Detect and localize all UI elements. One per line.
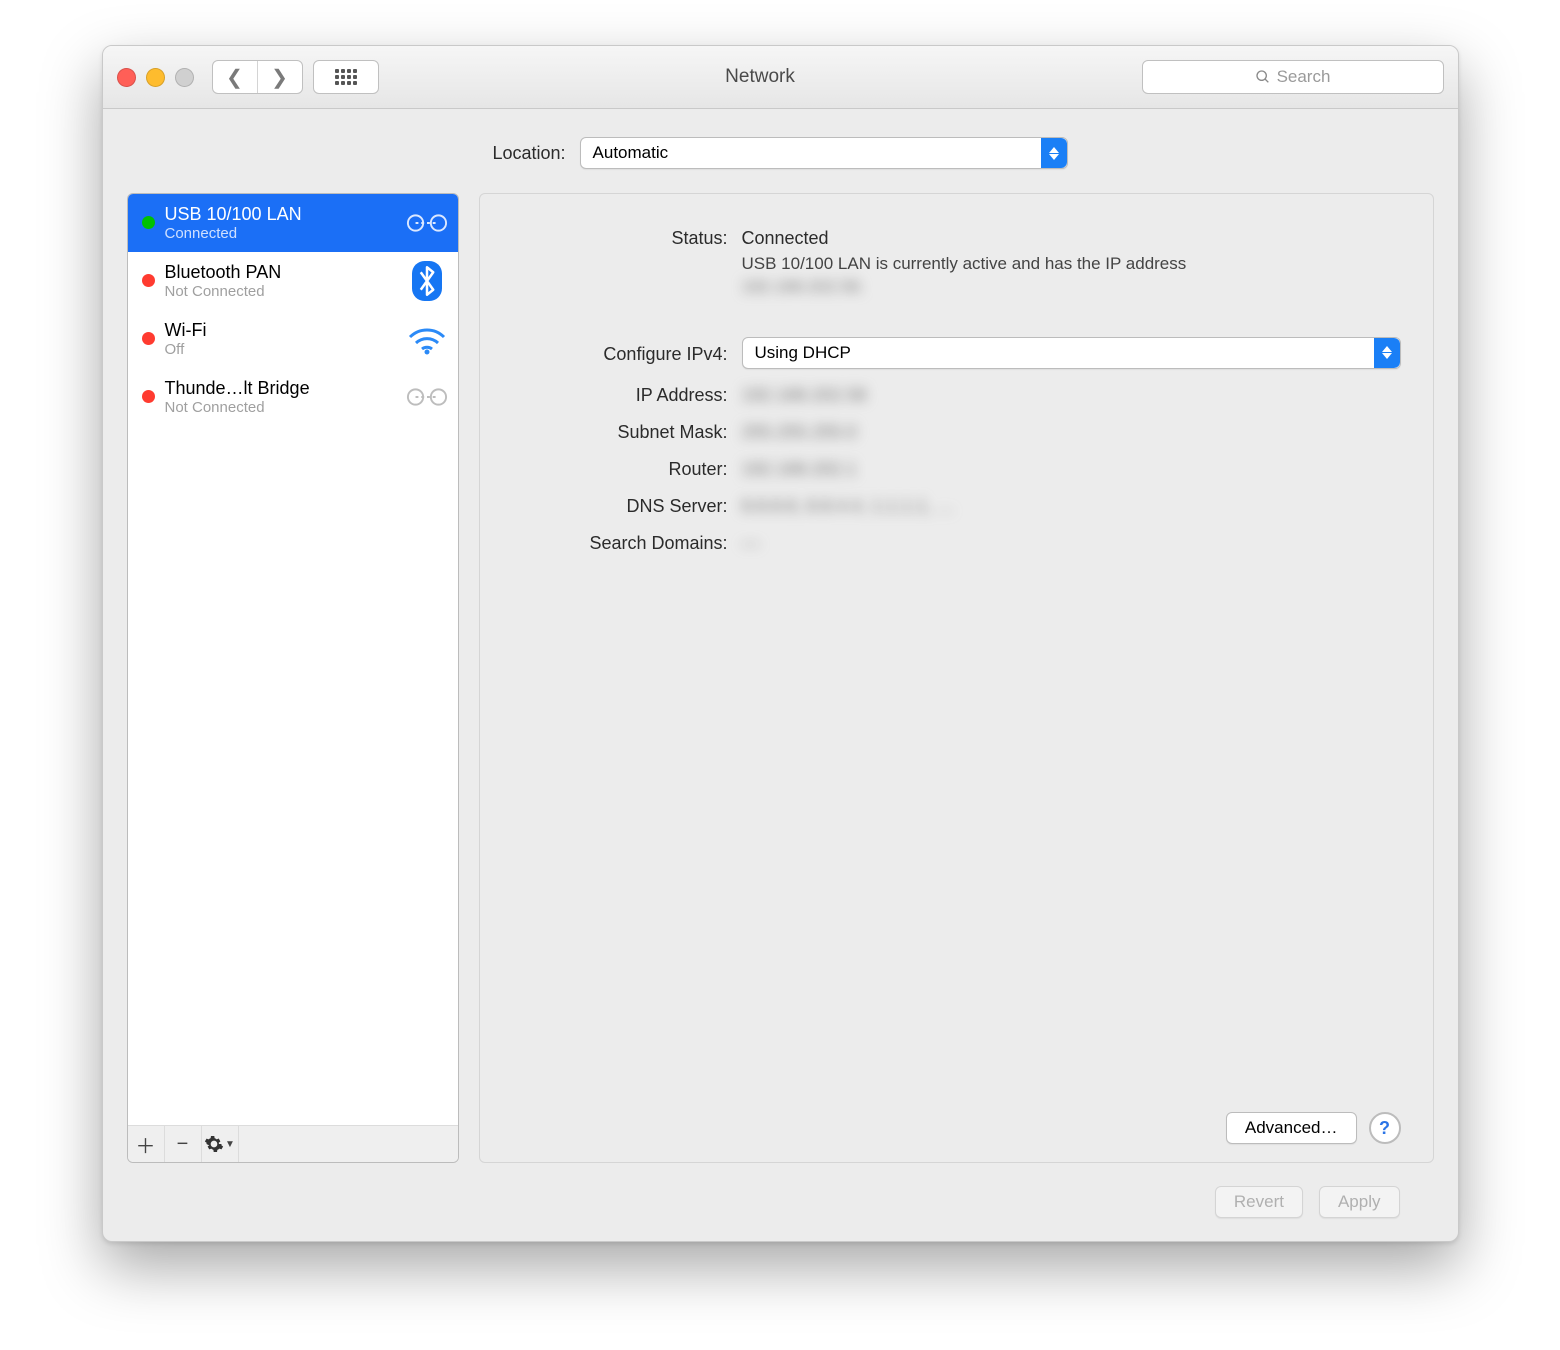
search-placeholder: Search [1277,67,1331,87]
help-button[interactable]: ? [1369,1112,1401,1144]
configure-ipv4-value: Using DHCP [755,343,851,363]
select-stepper-icon [1041,138,1067,168]
location-label: Location: [492,143,565,164]
router-label: Router: [512,455,742,480]
dns-server-label: DNS Server: [512,492,742,517]
service-sidebar: USB 10/100 LAN Connected Bluetooth PAN N… [127,193,459,1163]
ethernet-icon [406,205,448,241]
router-value: 192.168.202.1 [742,459,857,479]
remove-service-button[interactable]: − [165,1126,202,1162]
window-title: Network [379,66,1142,88]
dns-server-value: 8.8.8.8, 8.8.4.4, 1.1.1.1, … [742,496,955,516]
status-dot-icon [142,216,155,229]
service-item-bluetooth-pan[interactable]: Bluetooth PAN Not Connected [128,252,458,310]
show-all-button[interactable] [313,60,379,94]
ethernet-icon [406,379,448,415]
chevron-right-icon: ❯ [271,65,288,90]
service-name: Bluetooth PAN [165,262,396,283]
network-preferences-window: ❮ ❯ Network Search Location: Automatic [102,45,1459,1242]
bluetooth-icon [406,263,448,299]
service-name: USB 10/100 LAN [165,204,396,225]
service-action-menu[interactable]: ▼ [202,1126,239,1162]
close-window-button[interactable] [117,68,136,87]
sidebar-footer-spacer [239,1126,458,1162]
chevron-down-icon: ▼ [225,1139,235,1150]
back-button[interactable]: ❮ [213,61,257,93]
service-item-thunderbolt-bridge[interactable]: Thunde…lt Bridge Not Connected [128,368,458,426]
service-item-usb-lan[interactable]: USB 10/100 LAN Connected [128,194,458,252]
plus-icon: ＋ [136,1130,156,1159]
footer: Revert Apply [127,1163,1434,1241]
grid-icon [335,69,357,85]
main-row: USB 10/100 LAN Connected Bluetooth PAN N… [127,193,1434,1163]
configure-ipv4-select[interactable]: Using DHCP [742,337,1401,369]
service-name: Wi-Fi [165,320,396,341]
select-stepper-icon [1374,338,1400,368]
gear-icon [204,1134,224,1154]
apply-button[interactable]: Apply [1319,1186,1400,1218]
forward-button[interactable]: ❯ [257,61,302,93]
add-service-button[interactable]: ＋ [128,1126,165,1162]
status-dot-icon [142,274,155,287]
subnet-mask-label: Subnet Mask: [512,418,742,443]
ip-address-label: IP Address: [512,381,742,406]
service-status: Not Connected [165,399,396,416]
chevron-left-icon: ❮ [226,65,243,90]
status-dot-icon [142,332,155,345]
ip-address-value: 192.168.202.58 [742,385,867,405]
service-name: Thunde…lt Bridge [165,378,396,399]
status-detail-text: USB 10/100 LAN is currently active and h… [742,253,1262,299]
question-icon: ? [1379,1118,1390,1139]
status-dot-icon [142,390,155,403]
service-item-wifi[interactable]: Wi-Fi Off [128,310,458,368]
minimize-window-button[interactable] [146,68,165,87]
service-status: Off [165,341,396,358]
nav-back-forward: ❮ ❯ [212,60,303,94]
detail-panel: Status: Connected USB 10/100 LAN is curr… [479,193,1434,1163]
service-status: Connected [165,225,396,242]
wifi-icon [406,321,448,357]
advanced-button[interactable]: Advanced… [1226,1112,1357,1144]
location-row: Location: Automatic [127,137,1434,169]
status-value: Connected [742,228,829,248]
location-value: Automatic [593,143,669,163]
search-domains-label: Search Domains: [512,529,742,554]
zoom-window-button [175,68,194,87]
configure-ipv4-label: Configure IPv4: [512,340,742,365]
search-domains-value: — [742,533,760,553]
status-label: Status: [512,224,742,249]
titlebar: ❮ ❯ Network Search [103,46,1458,109]
content-area: Location: Automatic USB 10/100 LAN Conne… [103,109,1458,1241]
service-list: USB 10/100 LAN Connected Bluetooth PAN N… [128,194,458,1125]
minus-icon: − [177,1133,189,1156]
revert-button[interactable]: Revert [1215,1186,1303,1218]
location-select[interactable]: Automatic [580,137,1068,169]
subnet-mask-value: 255.255.255.0 [742,422,857,442]
search-field[interactable]: Search [1142,60,1444,94]
sidebar-footer: ＋ − ▼ [128,1125,458,1162]
window-controls [117,68,194,87]
search-icon [1255,69,1271,85]
service-status: Not Connected [165,283,396,300]
